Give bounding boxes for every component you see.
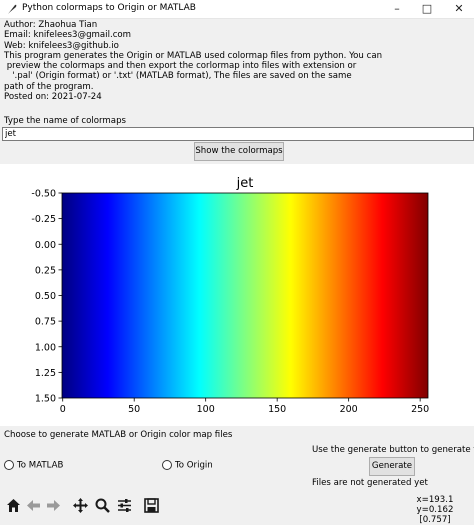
cursor-coordinates: x=193.1 y=0.162 [0.757] [398, 495, 472, 525]
radio-label: To MATLAB [17, 460, 64, 471]
export-choice-label: Choose to generate MATLAB or Origin colo… [4, 430, 233, 440]
radio-to-matlab[interactable]: To MATLAB [4, 460, 63, 471]
radio-circle-icon[interactable] [4, 460, 14, 470]
colormap-name-label: Type the name of colormaps [4, 116, 127, 126]
colormap-name-input[interactable] [2, 127, 474, 141]
y-tick-label: 1.25 [35, 368, 56, 379]
x-tick-label: 0 [60, 404, 66, 415]
window-title: Python colormaps to Origin or MATLAB [22, 3, 196, 13]
y-tick-label: 0.25 [35, 265, 56, 276]
description-line: This program generates the Origin or MAT… [4, 50, 383, 61]
maximize-icon[interactable]: □ [412, 0, 442, 18]
generate-hint: Use the generate button to generate file… [312, 445, 474, 455]
web-text: Web: knifelees3@github.io [4, 40, 119, 51]
y-tick-label: 0.50 [35, 291, 56, 302]
zoom-icon[interactable] [94, 497, 111, 514]
x-tick-label: 200 [340, 404, 358, 415]
generation-status: Files are not generated yet [312, 478, 428, 488]
y-tick-label: 0.75 [35, 317, 56, 328]
minimize-icon[interactable]: – [382, 0, 412, 18]
y-tick-label: 1.50 [35, 394, 56, 405]
email-text: Email: knifelees3@gmail.com [4, 30, 132, 41]
author-text: Author: Zhaohua Tian [4, 20, 98, 30]
colormap-plot: jet 0 50 100 150 200 250 -0.50 -0.25 0.00 0.25 0.50… [0, 164, 474, 426]
posted-date: Posted on: 2021-07-24 [4, 92, 102, 103]
home-icon[interactable] [5, 497, 22, 514]
colormap-image [62, 193, 428, 398]
description-line: preview the colormaps and then export th… [4, 61, 357, 72]
info-panel: Author: Zhaohua Tian Email: knifelees3@g… [4, 20, 470, 102]
y-tick-label: 0.00 [35, 240, 56, 251]
description-line: path of the program. [4, 81, 94, 92]
back-icon[interactable] [25, 497, 42, 514]
feather-icon [8, 4, 17, 14]
x-tick-label: 250 [411, 404, 429, 415]
close-icon[interactable]: ✕ [444, 0, 474, 18]
x-tick-label: 150 [268, 404, 286, 415]
chart-title: jet [236, 176, 254, 191]
show-colormaps-button[interactable]: Show the colormaps [194, 142, 284, 161]
y-tick-label: 1.00 [35, 342, 56, 353]
y-tick-label: -0.25 [31, 214, 56, 225]
generate-button[interactable]: Generate [369, 457, 415, 476]
y-tick-label: -0.50 [31, 189, 56, 200]
pan-icon[interactable] [72, 497, 89, 514]
x-tick-label: 50 [128, 404, 140, 415]
x-tick-label: 100 [197, 404, 215, 415]
radio-to-origin[interactable]: To Origin [162, 460, 213, 471]
radio-label: To Origin [175, 460, 213, 471]
title-bar: Python colormaps to Origin or MATLAB – □… [0, 0, 474, 19]
description-line: '.pal' (Origin format) or '.txt' (MATLAB… [4, 71, 352, 82]
colormap-chart: jet 0 50 100 150 200 250 -0.50 -0.25 0.00 0.25 0.50… [31, 176, 429, 415]
save-icon[interactable] [143, 497, 160, 514]
forward-icon[interactable] [45, 497, 62, 514]
coords-readout: x=193.1 y=0.162 [416, 495, 454, 515]
radio-circle-icon[interactable] [162, 460, 172, 470]
configure-icon[interactable] [116, 497, 133, 514]
